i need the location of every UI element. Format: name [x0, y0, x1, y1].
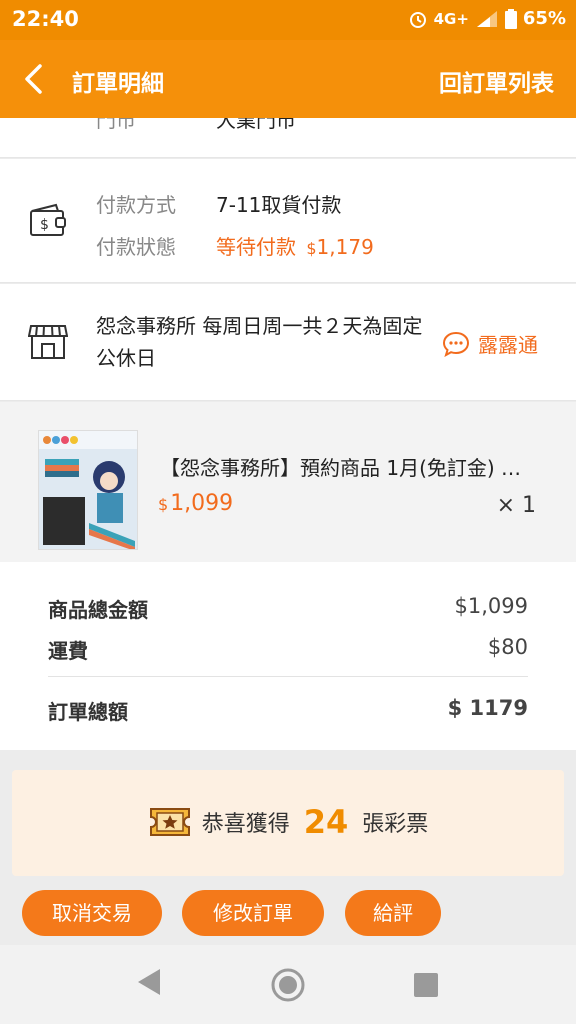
svg-text:$: $ — [40, 217, 49, 233]
lottery-count: 24 — [303, 803, 349, 841]
review-button[interactable]: 給評 — [345, 890, 441, 936]
battery-level: 65% — [522, 8, 566, 29]
nav-recents-icon[interactable] — [413, 972, 439, 998]
subtotal-value: $1,099 — [454, 594, 528, 618]
chat-label: 露露通 — [478, 333, 538, 357]
product-name[interactable]: 【怨念事務所】預約商品 1月(免訂金) 露營之庭 毛巾 — [160, 452, 530, 481]
nav-home-icon[interactable] — [270, 967, 306, 1003]
back-to-order-list-link[interactable]: 回訂單列表 — [439, 64, 554, 98]
total-label: 訂單總額 — [48, 700, 128, 724]
chat-bubble-icon — [442, 331, 470, 357]
page-title: 訂單明細 — [72, 71, 164, 97]
summary-divider — [48, 676, 528, 677]
payment-method-value: 7-11取貨付款 — [216, 193, 342, 217]
status-bar: 22:40 4G+ 65% — [0, 0, 576, 40]
product-thumbnail[interactable] — [38, 430, 138, 550]
system-nav-bar — [0, 945, 576, 1024]
battery-icon — [504, 8, 517, 29]
lottery-suffix: 張彩票 — [362, 812, 429, 837]
store-section: 怨念事務所 每周日周一共２天為固定公休日 露露通 — [0, 284, 576, 401]
product-price-amount: 1,099 — [170, 491, 234, 516]
store-location-value: 大業門市 — [216, 118, 296, 132]
payment-status-text: 等待付款 — [216, 235, 296, 259]
shipping-label: 運費 — [48, 639, 88, 663]
app-bar: 訂單明細 回訂單列表 — [0, 40, 576, 118]
modify-order-button[interactable]: 修改訂單 — [182, 890, 324, 936]
product-price: $1,099 — [158, 491, 233, 516]
total-value: $ 1179 — [447, 696, 528, 720]
order-summary: 商品總金額 $1,099 運費 $80 訂單總額 $ 1179 — [0, 562, 576, 750]
status-time: 22:40 — [12, 7, 79, 31]
product-quantity: × 1 — [496, 493, 536, 518]
alarm-icon — [409, 11, 426, 28]
payment-status-amount: 1,179 — [316, 235, 374, 259]
nav-back-icon[interactable] — [136, 967, 162, 997]
store-location-row: 門市 大業門市 — [0, 118, 576, 158]
ticket-star-icon — [149, 808, 190, 836]
payment-status-currency: $ — [306, 239, 317, 258]
product-price-currency: $ — [158, 495, 169, 514]
wallet-icon: $ — [30, 203, 66, 236]
status-indicators: 4G+ 65% — [408, 8, 566, 29]
chat-button[interactable]: 露露通 — [442, 329, 538, 358]
payment-method-label: 付款方式 — [96, 193, 176, 217]
cancel-transaction-button[interactable]: 取消交易 — [22, 890, 162, 936]
payment-status-label: 付款狀態 — [96, 235, 176, 259]
store-location-label: 門市 — [96, 118, 136, 132]
signal-icon — [476, 10, 497, 27]
product-item: 【怨念事務所】預約商品 1月(免訂金) 露營之庭 毛巾 $1,099 × 1 — [0, 402, 576, 562]
lottery-banner-content: 恭喜獲得 24 張彩票 — [12, 803, 564, 841]
shipping-value: $80 — [487, 635, 528, 659]
subtotal-label: 商品總金額 — [48, 598, 148, 622]
back-arrow-icon[interactable] — [18, 62, 52, 96]
payment-status-value: 等待付款 $1,179 — [216, 231, 374, 260]
store-notice: 怨念事務所 每周日周一共２天為固定公休日 — [96, 314, 423, 370]
lottery-prefix: 恭喜獲得 — [201, 812, 290, 837]
store-icon — [28, 325, 68, 359]
lottery-banner: 恭喜獲得 24 張彩票 — [12, 770, 564, 876]
payment-section: $ 付款方式 7-11取貨付款 付款狀態 等待付款 $1,179 — [0, 159, 576, 283]
network-type: 4G+ — [433, 9, 469, 28]
product-image — [39, 431, 137, 549]
